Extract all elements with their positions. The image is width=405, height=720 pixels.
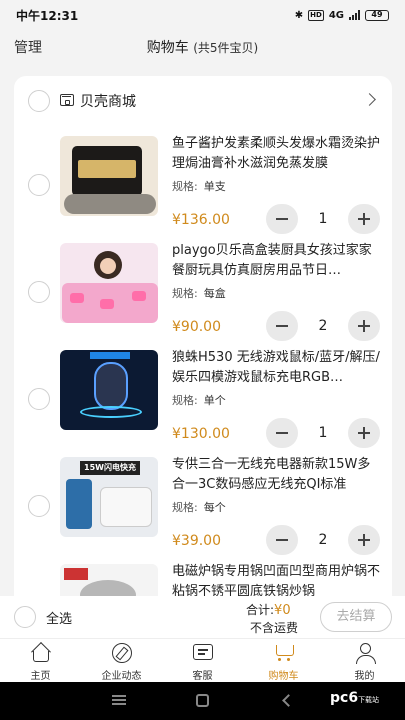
quantity-stepper: 2 (266, 311, 380, 341)
product-spec: 规格: 单个 (172, 392, 226, 408)
top-bar: 管理 购物车 (共5件宝贝) (0, 30, 405, 64)
checkout-bar: 全选 合计:¥0 不含运费 去结算 (0, 596, 405, 638)
tab-label: 企业动态 (101, 671, 142, 682)
cart-item: 鱼子酱护发素柔顺头发爆水霜烫染护理焗油膏补水滋润免蒸发膜 规格: 单支 ¥136.… (14, 132, 392, 239)
select-all-label[interactable]: 全选 (46, 608, 72, 627)
total-line: 合计:¥0 (246, 601, 291, 618)
tab-label: 主页 (30, 671, 51, 682)
quantity-value[interactable]: 2 (298, 311, 348, 341)
signal-icon (349, 10, 360, 20)
spec-value: 单支 (203, 180, 226, 193)
status-bar: 中午12:31 ✱ HD 4G 49 (0, 0, 405, 30)
watermark-logo: pc6下载站 (330, 690, 379, 706)
bluetooth-icon: ✱ (294, 9, 304, 21)
hd-icon: HD (308, 9, 324, 21)
tab-label: 购物车 (268, 671, 299, 682)
select-all-radio[interactable] (14, 606, 36, 628)
spec-value: 每个 (203, 501, 226, 514)
tab-profile[interactable]: 我的 (324, 639, 405, 682)
home-icon (32, 651, 49, 662)
tab-cart[interactable]: 购物车 (243, 639, 324, 682)
quantity-value[interactable]: 1 (298, 418, 348, 448)
shop-select-radio[interactable] (28, 90, 50, 112)
product-price: ¥130.00 (172, 426, 230, 442)
watermark-sub: 下载站 (358, 696, 380, 704)
tab-label: 客服 (192, 671, 213, 682)
network-type: 4G (328, 9, 344, 21)
cart-count: (共5件宝贝) (193, 41, 259, 55)
item-select-radio[interactable] (28, 174, 50, 196)
cart-item: 狼蛛H530 无线游戏鼠标/蓝牙/解压/娱乐四模游戏鼠标充电RGB… 规格: 单个… (14, 346, 392, 453)
shipping-note: 不含运费 (250, 621, 299, 635)
status-time: 中午12:31 (16, 8, 79, 23)
thumb-tag: 15W闪电快充 (80, 461, 140, 475)
increase-button[interactable] (348, 311, 380, 341)
tab-news[interactable]: 企业动态 (81, 639, 162, 682)
battery-icon: 49 (365, 9, 389, 21)
shop-name[interactable]: 贝壳商城 (80, 91, 136, 111)
item-select-radio[interactable] (28, 281, 50, 303)
decrease-button[interactable] (266, 525, 298, 555)
cart-item: 15W闪电快充 专供三合一无线充电器新款15W多合一3C数码感应无线充QI标准 … (14, 453, 392, 560)
product-image[interactable] (60, 136, 158, 216)
tab-service[interactable]: 客服 (162, 639, 243, 682)
decrease-button[interactable] (266, 204, 298, 234)
user-icon (355, 643, 376, 664)
menu-icon[interactable] (112, 695, 126, 705)
quantity-stepper: 2 (266, 525, 380, 555)
item-select-radio[interactable] (28, 495, 50, 517)
increase-button[interactable] (348, 204, 380, 234)
checkout-button[interactable]: 去结算 (320, 602, 392, 632)
chevron-right-icon[interactable] (363, 93, 376, 106)
tab-label: 我的 (354, 671, 375, 682)
product-name[interactable]: 鱼子酱护发素柔顺头发爆水霜烫染护理焗油膏补水滋润免蒸发膜 (172, 134, 380, 174)
home-square-icon[interactable] (196, 694, 209, 707)
product-price: ¥39.00 (172, 533, 221, 549)
system-nav-bar: pc6下载站 (0, 682, 405, 720)
product-name[interactable]: 狼蛛H530 无线游戏鼠标/蓝牙/解压/娱乐四模游戏鼠标充电RGB… (172, 348, 380, 388)
quantity-value[interactable]: 2 (298, 525, 348, 555)
cart-icon (273, 643, 295, 661)
product-price: ¥136.00 (172, 212, 230, 228)
product-spec: 规格: 每个 (172, 499, 226, 515)
product-price: ¥90.00 (172, 319, 221, 335)
item-select-radio[interactable] (28, 388, 50, 410)
quantity-value[interactable]: 1 (298, 204, 348, 234)
increase-button[interactable] (348, 525, 380, 555)
product-name[interactable]: 专供三合一无线充电器新款15W多合一3C数码感应无线充QI标准 (172, 455, 380, 495)
shop-row[interactable]: 贝壳商城 (14, 76, 392, 126)
spec-value: 单个 (203, 394, 226, 407)
spec-label: 规格: (172, 394, 198, 407)
spec-label: 规格: (172, 180, 198, 193)
product-spec: 规格: 每盒 (172, 285, 226, 301)
tab-bar: 主页 企业动态 客服 购物车 我的 (0, 638, 405, 682)
product-image[interactable] (60, 350, 158, 430)
cart-item: playgo贝乐高盒装厨具女孩过家家餐厨玩具仿真厨房用品节日… 规格: 每盒 ¥9… (14, 239, 392, 346)
product-image[interactable] (60, 243, 158, 323)
decrease-button[interactable] (266, 418, 298, 448)
page-title: 购物车 (共5件宝贝) (0, 37, 405, 57)
compass-icon (111, 643, 132, 663)
decrease-button[interactable] (266, 311, 298, 341)
watermark-text: pc6 (330, 690, 359, 706)
tab-home[interactable]: 主页 (0, 639, 81, 682)
page-title-text: 购物车 (146, 40, 189, 56)
manage-button[interactable]: 管理 (14, 37, 42, 57)
store-icon (60, 94, 74, 106)
spec-label: 规格: (172, 501, 198, 514)
total-label: 合计: (246, 603, 275, 617)
quantity-stepper: 1 (266, 204, 380, 234)
spec-value: 每盒 (203, 287, 226, 300)
product-image[interactable]: 15W闪电快充 (60, 457, 158, 537)
chat-icon (192, 644, 213, 660)
quantity-stepper: 1 (266, 418, 380, 448)
product-spec: 规格: 单支 (172, 178, 226, 194)
increase-button[interactable] (348, 418, 380, 448)
status-icons: ✱ HD 4G 49 (294, 9, 389, 21)
back-icon[interactable] (282, 694, 295, 707)
spec-label: 规格: (172, 287, 198, 300)
total-amount: ¥0 (274, 603, 291, 618)
product-name[interactable]: playgo贝乐高盒装厨具女孩过家家餐厨玩具仿真厨房用品节日… (172, 241, 380, 281)
